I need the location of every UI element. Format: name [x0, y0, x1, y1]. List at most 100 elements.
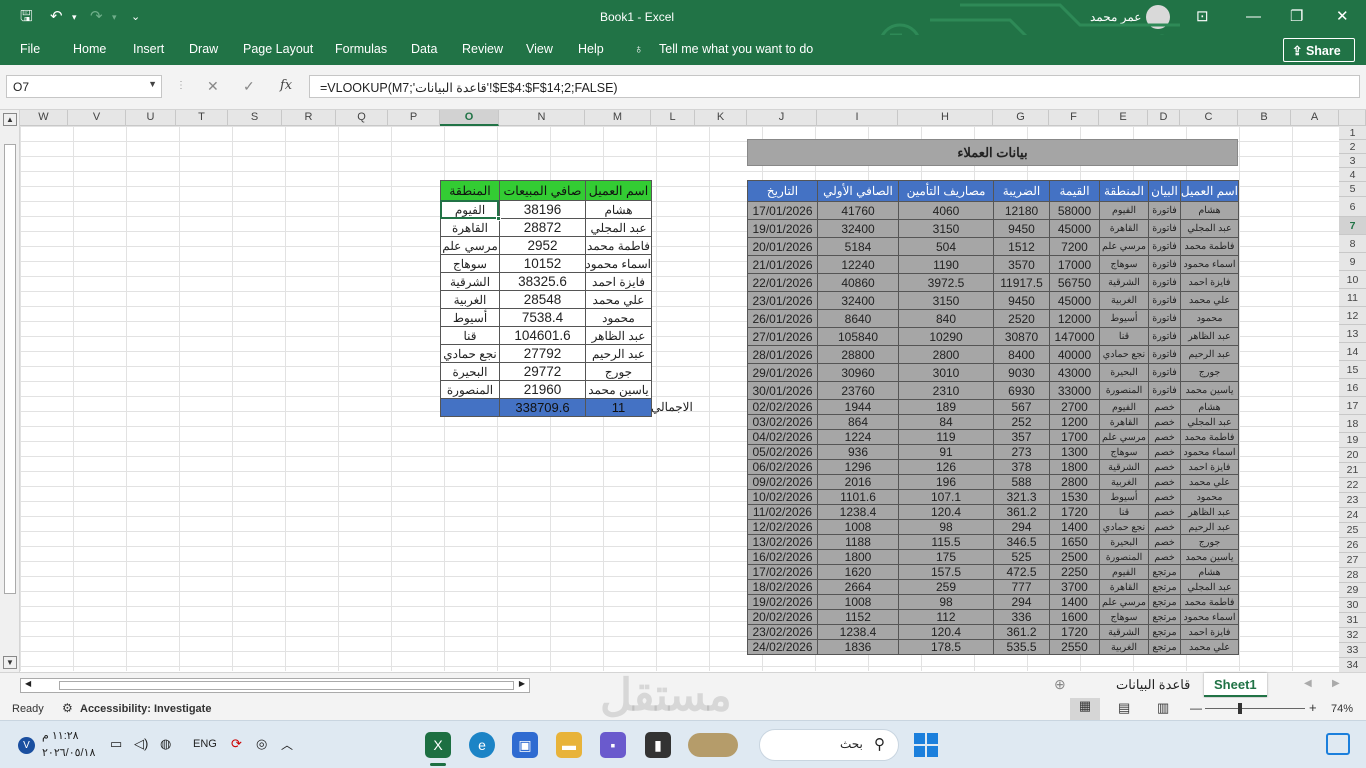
customer-cell[interactable]: جورج [1180, 363, 1239, 382]
tab-file[interactable]: File [20, 42, 40, 56]
customer-cell[interactable]: قنا [1099, 327, 1149, 346]
customer-header-cell[interactable]: اسم العميل [1180, 180, 1239, 202]
customer-cell[interactable]: 22/01/2026 [747, 273, 818, 292]
fill-handle[interactable] [496, 216, 501, 221]
customer-cell[interactable]: 84 [898, 414, 994, 430]
customer-cell[interactable]: 1836 [817, 639, 899, 655]
customer-cell[interactable]: مرتجع [1148, 609, 1181, 625]
customer-cell[interactable]: 259 [898, 579, 994, 595]
summary-sales-cell[interactable]: 28872 [499, 218, 586, 237]
tab-draw[interactable]: Draw [189, 42, 218, 56]
customer-cell[interactable]: 1720 [1049, 504, 1100, 520]
customer-cell[interactable]: 112 [898, 609, 994, 625]
customer-cell[interactable]: 840 [898, 309, 994, 328]
row-header[interactable]: 19 [1339, 433, 1366, 448]
customer-cell[interactable]: مرتجع [1148, 639, 1181, 655]
customer-cell[interactable]: الغربية [1099, 474, 1149, 490]
minimize-icon[interactable]: — [1246, 7, 1261, 27]
customer-cell[interactable]: 196 [898, 474, 994, 490]
customer-header-cell[interactable]: مصاريف التأمين [898, 180, 994, 202]
customer-cell[interactable]: 1188 [817, 534, 899, 550]
row-header[interactable]: 17 [1339, 397, 1366, 415]
total-region-cell[interactable] [440, 398, 500, 417]
customer-cell[interactable]: 2664 [817, 579, 899, 595]
cancel-icon[interactable]: ✕ [207, 78, 219, 95]
customer-cell[interactable]: 43000 [1049, 363, 1100, 382]
customer-cell[interactable]: 16/02/2026 [747, 549, 818, 565]
customer-cell[interactable]: خصم [1148, 519, 1181, 535]
customer-cell[interactable]: الفيوم [1099, 399, 1149, 415]
summary-customer-cell[interactable]: فاطمة محمد [585, 236, 652, 255]
tab-data[interactable]: Data [411, 42, 437, 56]
customer-cell[interactable]: 2310 [898, 381, 994, 400]
customer-cell[interactable]: البحيرة [1099, 534, 1149, 550]
customer-header-cell[interactable]: البيان [1148, 180, 1181, 202]
customer-cell[interactable]: 20/02/2026 [747, 609, 818, 625]
summary-sales-cell[interactable]: 27792 [499, 344, 586, 363]
customer-cell[interactable]: عبد الظاهر [1180, 327, 1239, 346]
row-header[interactable]: 27 [1339, 553, 1366, 568]
customer-cell[interactable]: الشرقية [1099, 624, 1149, 640]
zoom-out-icon[interactable]: — [1190, 701, 1202, 715]
clock-date[interactable]: ٢٠٢٦/٠٥/١٨ [42, 746, 95, 759]
page-layout-view-icon[interactable]: ▤ [1118, 700, 1130, 716]
summary-sales-cell[interactable]: 10152 [499, 254, 586, 273]
column-header[interactable]: V [68, 110, 126, 126]
summary-customer-cell[interactable]: اسماء محمود [585, 254, 652, 273]
excel-taskbar-icon[interactable]: X [425, 732, 451, 758]
customer-cell[interactable]: خصم [1148, 549, 1181, 565]
column-header[interactable]: N [499, 110, 585, 126]
customer-cell[interactable]: 535.5 [993, 639, 1050, 655]
vpn-icon[interactable]: V [18, 737, 35, 754]
customer-cell[interactable]: خصم [1148, 504, 1181, 520]
edge-icon[interactable]: e [469, 732, 495, 758]
customer-cell[interactable]: 28/01/2026 [747, 345, 818, 364]
row-header[interactable]: 1 [1339, 126, 1366, 140]
customer-cell[interactable]: 1800 [1049, 459, 1100, 475]
customer-cell[interactable]: أسيوط [1099, 309, 1149, 328]
customer-cell[interactable]: 12000 [1049, 309, 1100, 328]
customer-cell[interactable]: عبد الظاهر [1180, 504, 1239, 520]
scroll-right-icon[interactable]: ▶ [519, 679, 525, 688]
row-header[interactable]: 26 [1339, 538, 1366, 553]
column-header[interactable]: U [126, 110, 176, 126]
summary-header-net-sales[interactable]: صافي المبيعات [499, 180, 586, 201]
row-header[interactable]: 12 [1339, 307, 1366, 325]
customer-cell[interactable]: 1600 [1049, 609, 1100, 625]
customer-cell[interactable]: فاتورة [1148, 327, 1181, 346]
customer-header-cell[interactable]: القيمة [1049, 180, 1100, 202]
customer-cell[interactable]: 26/01/2026 [747, 309, 818, 328]
summary-sales-cell[interactable]: 7538.4 [499, 308, 586, 327]
customer-cell[interactable]: 30960 [817, 363, 899, 382]
customer-cell[interactable]: 1400 [1049, 519, 1100, 535]
customer-cell[interactable]: 9030 [993, 363, 1050, 382]
network-icon[interactable]: ◍ [160, 736, 171, 752]
column-header[interactable]: R [282, 110, 336, 126]
customer-cell[interactable]: نجع حمادي [1099, 345, 1149, 364]
customer-cell[interactable]: 294 [993, 519, 1050, 535]
customer-cell[interactable]: 2800 [898, 345, 994, 364]
customer-cell[interactable]: 2700 [1049, 399, 1100, 415]
customer-cell[interactable]: أسيوط [1099, 489, 1149, 505]
customer-cell[interactable]: 19/01/2026 [747, 219, 818, 238]
customer-cell[interactable]: 17/01/2026 [747, 201, 818, 220]
column-header[interactable]: E [1099, 110, 1148, 126]
customer-cell[interactable]: 2550 [1049, 639, 1100, 655]
customer-header-cell[interactable]: التاريخ [747, 180, 818, 202]
scroll-down-icon[interactable]: ▼ [3, 656, 17, 669]
customer-cell[interactable]: 3972.5 [898, 273, 994, 292]
total-count-cell[interactable]: 11 [585, 398, 652, 417]
scroll-up-icon[interactable]: ▲ [3, 113, 17, 126]
column-header[interactable]: J [747, 110, 817, 126]
tab-insert[interactable]: Insert [133, 42, 164, 56]
summary-customer-cell[interactable]: عبد الظاهر [585, 326, 652, 345]
share-button[interactable]: ⇪ Share [1283, 38, 1355, 62]
customer-cell[interactable]: 2500 [1049, 549, 1100, 565]
summary-sales-cell[interactable]: 2952 [499, 236, 586, 255]
summary-region-cell[interactable]: قنا [440, 326, 500, 345]
customer-data-title[interactable]: بيانات العملاء [747, 139, 1238, 166]
total-value-cell[interactable]: 338709.6 [499, 398, 586, 417]
customer-cell[interactable]: 107.1 [898, 489, 994, 505]
column-header[interactable]: F [1049, 110, 1099, 126]
customer-cell[interactable]: ياسين محمد [1180, 549, 1239, 565]
